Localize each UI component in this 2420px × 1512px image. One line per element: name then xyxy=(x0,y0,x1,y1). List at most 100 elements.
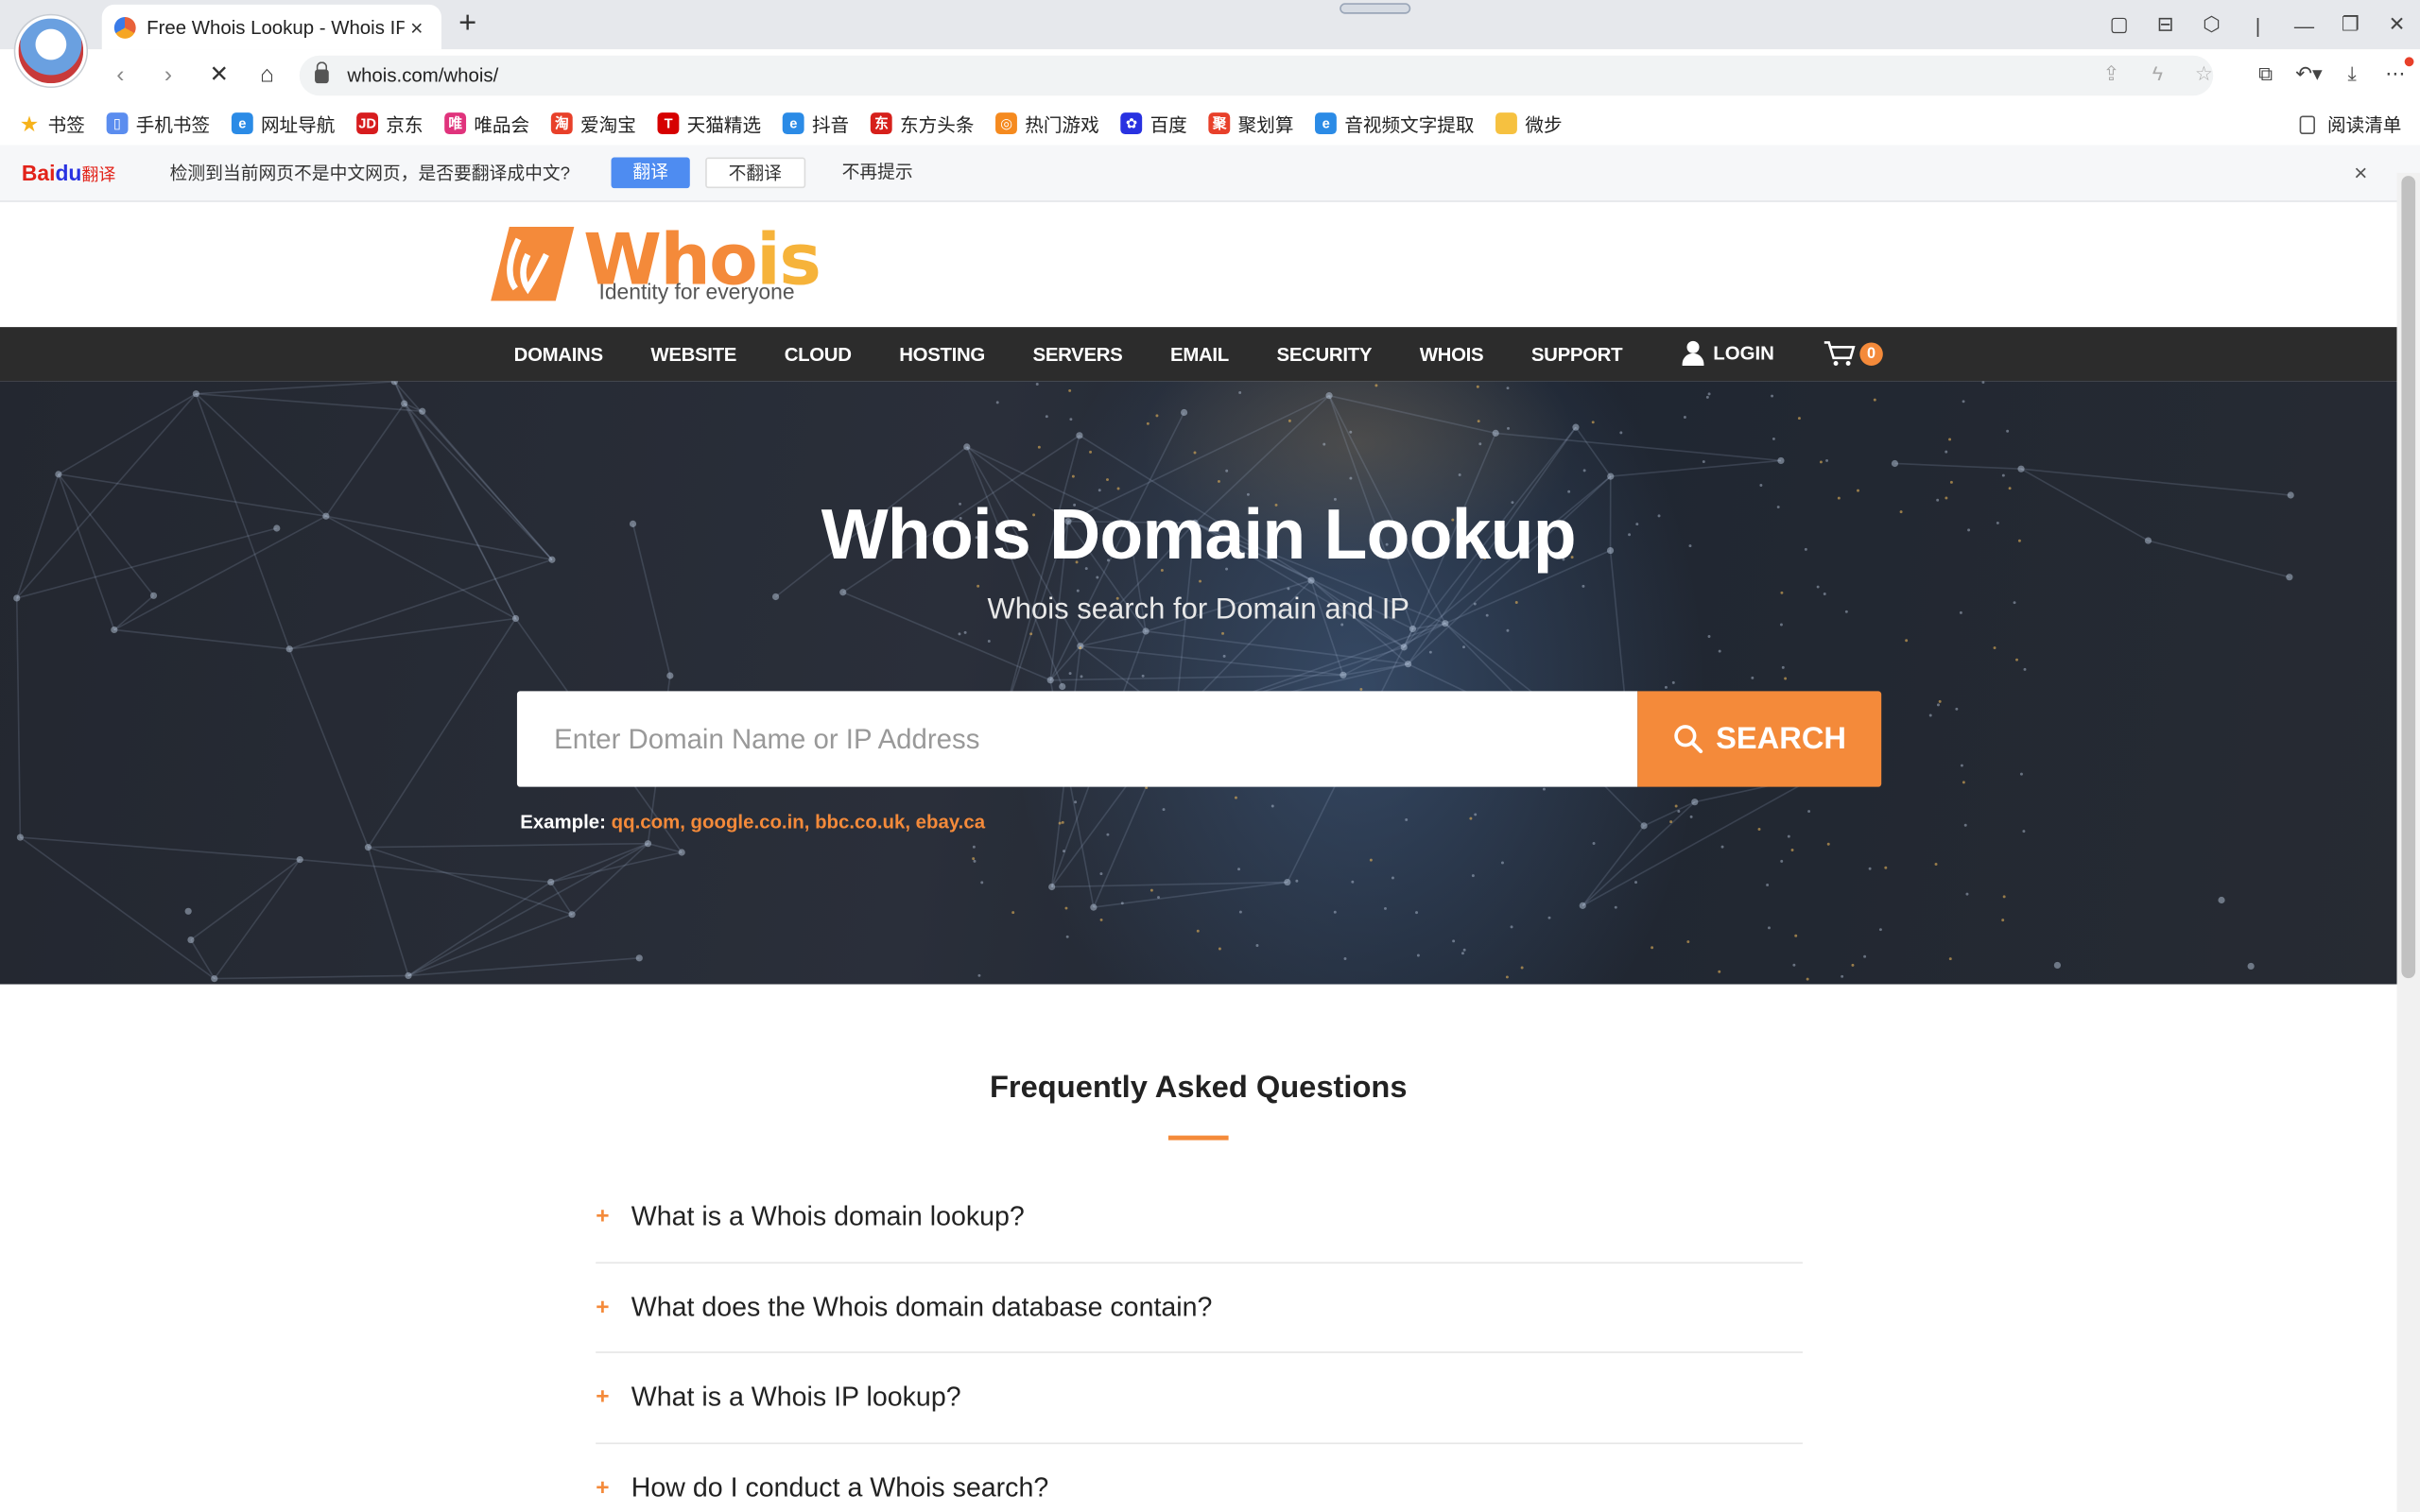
window-controls: ▢ ⊟ ⬡ | — ❐ ✕ xyxy=(2096,0,2420,49)
nav-item-cloud[interactable]: CLOUD xyxy=(785,343,852,365)
minimize-button[interactable]: — xyxy=(2281,13,2327,36)
bookmark-item[interactable]: ▯ 手机书签 xyxy=(106,111,211,137)
faq-question: What is a Whois IP lookup? xyxy=(631,1381,961,1413)
browser-tabbar: Free Whois Lookup - Whois IP × + ▢ ⊟ ⬡ |… xyxy=(0,0,2420,50)
nav-item-security[interactable]: SECURITY xyxy=(1277,343,1373,365)
bookmark-label: 唯品会 xyxy=(474,112,530,135)
bookmark-item[interactable]: e 网址导航 xyxy=(231,111,335,137)
translate-bar: Baidu翻译 检测到当前网页不是中文网页，是否要翻译成中文? 翻译 不翻译 不… xyxy=(0,145,2420,202)
address-bar[interactable]: whois.com/whois/ xyxy=(299,55,2214,96)
browser-tab-active[interactable]: Free Whois Lookup - Whois IP × xyxy=(101,4,441,50)
phone-icon: ▯ xyxy=(106,112,129,135)
sidebar-toggle-icon[interactable]: ▢ xyxy=(2096,12,2142,37)
faq-item[interactable]: + What is a Whois IP lookup? xyxy=(596,1353,1803,1444)
faq-section: Frequently Asked Questions + What is a Wh… xyxy=(0,984,2397,1512)
main-navigation: DOMAINS WEBSITE CLOUD HOSTING SERVERS EMAIL SE… xyxy=(0,327,2397,382)
hero-banner: Whois Domain Lookup Whois search for Dom… xyxy=(0,381,2397,985)
nav-item-domains[interactable]: DOMAINS xyxy=(514,343,603,365)
games-icon[interactable]: ⊟ xyxy=(2142,12,2188,37)
lock-icon[interactable] xyxy=(315,60,329,83)
close-window-button[interactable]: ✕ xyxy=(2374,12,2420,37)
restore-button[interactable]: ❐ xyxy=(2327,12,2374,37)
bookmark-label: 手机书签 xyxy=(135,112,211,135)
home-icon[interactable]: ⌂ xyxy=(249,59,285,93)
page-scrollbar[interactable] xyxy=(2396,172,2420,1512)
scrollbar-thumb[interactable] xyxy=(2401,176,2416,979)
nav-item-servers[interactable]: SERVERS xyxy=(1033,343,1123,365)
nav-item-website[interactable]: WEBSITE xyxy=(650,343,736,365)
bookmark-item[interactable]: ◎ 热门游戏 xyxy=(995,111,1099,137)
nav-item-email[interactable]: EMAIL xyxy=(1170,343,1229,365)
e-icon: e xyxy=(782,112,804,135)
game-icon: ◎ xyxy=(995,112,1018,135)
bookmark-item[interactable]: e 音视频文字提取 xyxy=(1315,111,1475,137)
bookmark-item[interactable]: 微步 xyxy=(1495,111,1563,137)
hero-title: Whois Domain Lookup xyxy=(821,493,1577,575)
expand-plus-icon: + xyxy=(596,1475,610,1502)
stop-loading-icon[interactable]: ✕ xyxy=(200,59,237,93)
site-favicon-icon xyxy=(113,16,136,38)
bookmark-item[interactable]: ★ 书签 xyxy=(19,111,85,137)
download-icon[interactable]: ⤓ xyxy=(2337,61,2368,86)
faq-list: + What is a Whois domain lookup? + What doe… xyxy=(596,1173,1803,1512)
faq-item[interactable]: + What does the Whois domain database con… xyxy=(596,1263,1803,1353)
forward-icon[interactable]: › xyxy=(149,59,186,93)
undo-icon[interactable]: ↶▾ xyxy=(2293,61,2325,86)
juhuasuan-icon: 聚 xyxy=(1208,112,1231,135)
bookmark-item[interactable]: 聚聚划算 xyxy=(1208,111,1293,137)
tab-title: Free Whois Lookup - Whois IP xyxy=(147,16,405,38)
example-domains-link[interactable]: qq.com, google.co.in, bbc.co.uk, ebay.ca xyxy=(612,812,985,833)
nav-item-hosting[interactable]: HOSTING xyxy=(899,343,985,365)
nav-item-support[interactable]: SUPPORT xyxy=(1531,343,1623,365)
faq-question: How do I conduct a Whois search? xyxy=(631,1471,1049,1503)
browser-tools: ⧉ ↶▾ ⤓ ⋯ xyxy=(2250,57,2414,86)
dongfang-icon: 东 xyxy=(871,112,892,135)
back-icon[interactable]: ‹ xyxy=(102,59,139,93)
e-icon: e xyxy=(1315,112,1338,135)
tab-close-icon[interactable]: × xyxy=(405,15,429,40)
shield-icon[interactable]: ⬡ xyxy=(2188,12,2235,37)
bookmark-item[interactable]: 淘爱淘宝 xyxy=(550,111,636,137)
new-tab-button[interactable]: + xyxy=(451,7,485,43)
whois-logo[interactable]: Whois Identity for everyone xyxy=(488,217,827,313)
url-text: whois.com/whois/ xyxy=(347,64,499,87)
expand-plus-icon: + xyxy=(596,1203,610,1230)
share-icon[interactable]: ⇪ xyxy=(2096,61,2127,86)
bookmark-item[interactable]: 唯唯品会 xyxy=(444,111,529,137)
bookmark-item[interactable]: JD 京东 xyxy=(356,111,423,137)
faq-item[interactable]: + How do I conduct a Whois search? xyxy=(596,1443,1803,1512)
no-translate-button[interactable]: 不翻译 xyxy=(705,157,805,189)
bookmark-label: 京东 xyxy=(386,112,424,135)
faq-heading: Frequently Asked Questions xyxy=(989,1071,1408,1105)
search-button[interactable]: SEARCH xyxy=(1637,691,1882,787)
divider: | xyxy=(2255,12,2261,37)
bookmark-label: 天猫精选 xyxy=(686,112,762,135)
vip-icon: 唯 xyxy=(444,112,467,135)
translate-button[interactable]: 翻译 xyxy=(611,157,690,189)
baidu-translate-logo: Baidu翻译 xyxy=(21,159,116,185)
taobao-icon: 淘 xyxy=(550,112,573,135)
nav-item-whois[interactable]: WHOIS xyxy=(1420,343,1484,365)
translate-close-icon[interactable]: × xyxy=(2354,161,2367,187)
cart-button[interactable]: 0 xyxy=(1823,339,1883,367)
faq-item[interactable]: + What is a Whois domain lookup? xyxy=(596,1173,1803,1263)
bookmark-item[interactable]: T 天猫精选 xyxy=(657,111,762,137)
translate-message: 检测到当前网页不是中文网页，是否要翻译成中文? xyxy=(169,164,571,184)
bookmark-star-icon[interactable]: ☆ xyxy=(2188,61,2220,86)
menu-icon[interactable]: ⋯ xyxy=(2380,57,2414,86)
bookmark-item[interactable]: 东东方头条 xyxy=(871,111,974,137)
nav-menu: DOMAINS WEBSITE CLOUD HOSTING SERVERS EMAIL SE… xyxy=(514,327,1670,381)
domain-search-input[interactable] xyxy=(516,691,1638,787)
never-prompt-button[interactable]: 不再提示 xyxy=(821,158,935,189)
profile-avatar[interactable] xyxy=(15,15,87,87)
bookmark-label: 书签 xyxy=(47,112,85,135)
bookmark-item[interactable]: ✿ 百度 xyxy=(1120,111,1187,137)
search-icon xyxy=(1673,725,1703,754)
bookmark-item[interactable]: e 抖音 xyxy=(782,111,849,137)
lightning-icon[interactable]: ϟ xyxy=(2142,61,2173,86)
window-drag-handle[interactable] xyxy=(1340,3,1411,14)
extensions-icon[interactable]: ⧉ xyxy=(2250,61,2281,86)
reading-list-button[interactable]: 阅读清单 xyxy=(2299,112,2401,138)
address-bar-actions: ⇪ ϟ ☆ xyxy=(2096,61,2220,86)
login-link[interactable]: LOGIN xyxy=(1682,340,1774,366)
